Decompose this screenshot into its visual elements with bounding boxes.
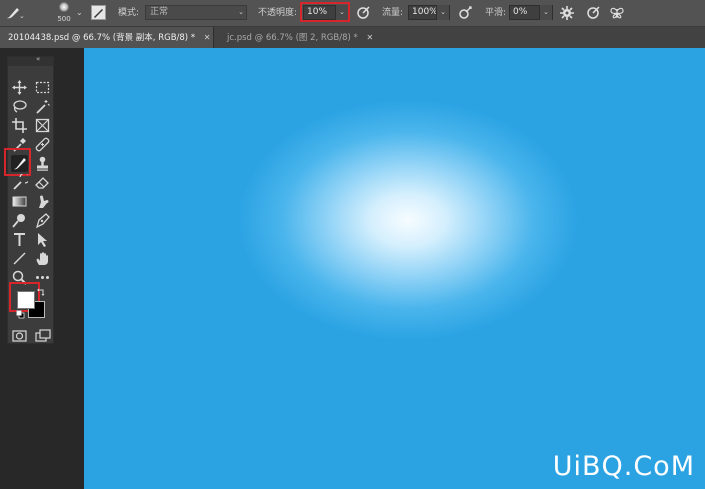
svg-text:⌄: ⌄ xyxy=(19,12,24,20)
mode-select[interactable]: 正常 ⌄ xyxy=(145,5,247,20)
smoothing-options-button[interactable] xyxy=(559,5,575,21)
close-icon[interactable]: ✕ xyxy=(204,33,211,42)
default-colors-button[interactable] xyxy=(16,310,25,319)
clone-stamp-tool[interactable] xyxy=(34,155,51,172)
default-colors-icon xyxy=(16,310,25,319)
arrow-pointer-icon xyxy=(38,233,47,247)
lasso-icon xyxy=(13,100,27,113)
crop-icon xyxy=(12,118,27,133)
healing-brush-tool[interactable] xyxy=(34,136,51,153)
chevron-down-icon[interactable]: ⌄ xyxy=(76,8,83,17)
stamp-icon xyxy=(37,156,48,171)
gear-icon xyxy=(560,6,574,20)
quick-mask-button[interactable] xyxy=(11,327,28,344)
tab-document-1[interactable]: 20104438.psd @ 66.7% (背景 副本, RGB/8) * ✕ xyxy=(0,27,214,48)
foreground-color-swatch[interactable] xyxy=(17,291,35,309)
airbrush-button[interactable] xyxy=(457,5,473,21)
document-canvas[interactable] xyxy=(84,48,705,489)
path-selection-tool[interactable] xyxy=(34,231,51,248)
brush-panel-icon xyxy=(94,9,103,18)
chevron-down-icon[interactable]: ⌄ xyxy=(436,5,449,20)
flow-value: 100% xyxy=(412,7,438,17)
history-brush-icon xyxy=(13,174,28,190)
hand-icon xyxy=(36,252,48,265)
frame-tool[interactable] xyxy=(34,117,51,134)
dodge-tool[interactable] xyxy=(11,212,28,229)
brush-icon: ⌄ xyxy=(7,8,25,20)
butterfly-icon xyxy=(610,7,624,19)
dodge-icon xyxy=(12,214,25,228)
crop-tool[interactable] xyxy=(11,117,28,134)
smoothing-input[interactable]: 0% ⌄ xyxy=(509,5,553,20)
line-icon xyxy=(13,252,26,265)
collapse-panel-icon[interactable]: « xyxy=(36,55,40,63)
brush-tool-preset-picker[interactable]: ⌄ xyxy=(4,4,25,22)
tab-document-2[interactable]: jc.psd @ 66.7% (图 2, RGB/8) * ✕ xyxy=(219,27,379,48)
toggle-brush-panel-button[interactable] xyxy=(91,5,106,20)
smoothing-value: 0% xyxy=(513,7,528,17)
document-tab-bar: 20104438.psd @ 66.7% (背景 副本, RGB/8) * ✕ … xyxy=(0,27,705,48)
brush-size-value: 500 xyxy=(57,15,71,23)
tools-panel: « xyxy=(4,55,54,344)
type-t-icon xyxy=(14,233,25,246)
rect-marquee-icon xyxy=(35,81,50,94)
hand-tool[interactable] xyxy=(34,250,51,267)
flow-input[interactable]: 100% ⌄ xyxy=(408,5,450,20)
pressure-size-button[interactable] xyxy=(585,5,601,21)
opacity-label: 不透明度: xyxy=(258,8,298,18)
type-tool[interactable] xyxy=(11,231,28,248)
pressure-opacity-button[interactable] xyxy=(355,5,371,21)
screen-mode-button[interactable] xyxy=(34,327,51,344)
chevron-down-icon[interactable]: ⌄ xyxy=(539,5,552,20)
smudge-finger-icon xyxy=(39,195,49,208)
swap-arrow-icon xyxy=(37,288,45,296)
pen-nib-icon xyxy=(35,213,50,229)
quick-mask-icon xyxy=(12,330,27,342)
opacity-highlight xyxy=(300,2,350,22)
tab-title: 20104438.psd @ 66.7% (背景 副本, RGB/8) * xyxy=(8,33,196,43)
mode-value: 正常 xyxy=(150,7,169,17)
brush-tip-icon xyxy=(59,2,69,12)
chevron-down-icon: ⌄ xyxy=(238,8,244,16)
brush-tool-highlight xyxy=(4,148,31,176)
bandage-icon xyxy=(35,137,50,152)
close-icon[interactable]: ✕ xyxy=(366,33,373,42)
line-tool[interactable] xyxy=(11,250,28,267)
pen-tool[interactable] xyxy=(34,212,51,229)
gradient-icon xyxy=(12,196,27,207)
watermark: UiBQ.CoM xyxy=(552,451,695,482)
lasso-tool[interactable] xyxy=(11,98,28,115)
symmetry-button[interactable] xyxy=(609,5,625,21)
magic-wand-icon xyxy=(36,100,50,114)
swap-colors-button[interactable] xyxy=(36,287,46,297)
pressure-pen-icon xyxy=(587,6,600,19)
tab-title: jc.psd @ 66.7% (图 2, RGB/8) * xyxy=(227,33,358,43)
options-bar: ⌄ 500 ⌄ 模式: 正常 ⌄ 不透明度: 10% ⌄ 流量: 100% ⌄ xyxy=(0,0,705,27)
tools-panel-header[interactable]: « xyxy=(8,55,53,66)
eraser-icon xyxy=(35,177,49,189)
brush-size-picker[interactable]: 500 xyxy=(55,2,73,24)
screen-mode-icon xyxy=(35,329,51,342)
eraser-tool[interactable] xyxy=(34,174,51,191)
move-icon xyxy=(12,80,27,95)
mode-label: 模式: xyxy=(118,8,140,18)
gradient-tool[interactable] xyxy=(11,193,28,210)
move-tool[interactable] xyxy=(11,79,28,96)
blur-tool[interactable] xyxy=(34,193,51,210)
marquee-tool[interactable] xyxy=(34,79,51,96)
frame-icon xyxy=(35,118,50,133)
pressure-pen-icon xyxy=(357,6,370,19)
flow-label: 流量: xyxy=(382,8,404,18)
magic-wand-tool[interactable] xyxy=(34,98,51,115)
smoothing-label: 平滑: xyxy=(485,8,507,18)
history-brush-tool[interactable] xyxy=(11,174,28,191)
airbrush-icon xyxy=(459,6,472,19)
